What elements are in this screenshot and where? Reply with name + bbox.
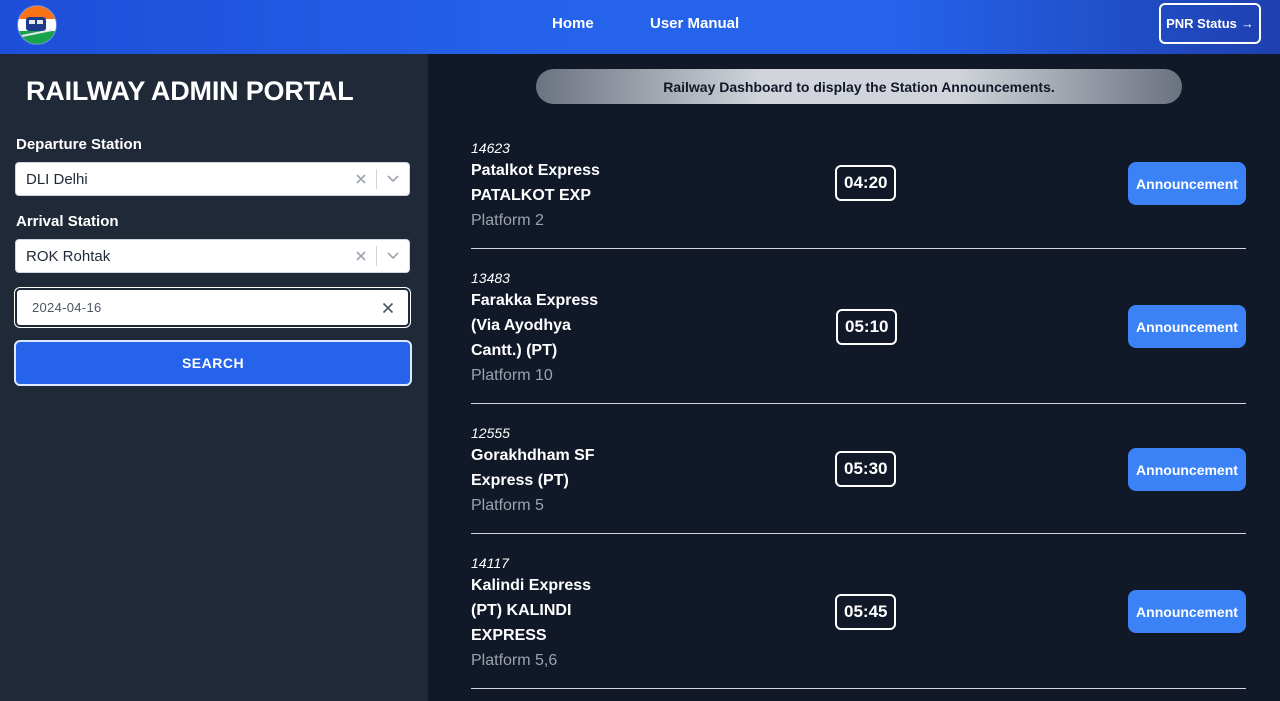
departure-station-select[interactable]: DLI Delhi <box>15 162 410 196</box>
arrival-station-value: ROK Rohtak <box>26 247 111 265</box>
journey-date-input[interactable]: 2024-04-16 <box>15 288 410 327</box>
train-row: 13483 Farakka Express (Via Ayodhya Cantt… <box>471 249 1246 404</box>
journey-date-value: 2024-04-16 <box>32 300 102 315</box>
train-number: 12555 <box>471 425 510 441</box>
train-name: Gorakhdham SF Express (PT) <box>471 447 595 489</box>
announcement-button[interactable]: Announcement <box>1128 305 1246 348</box>
chevron-down-icon[interactable] <box>377 252 409 260</box>
top-navbar: Home User Manual PNR Status → <box>0 0 1280 54</box>
railway-logo-icon[interactable] <box>18 6 56 44</box>
train-row: 14117 Kalindi Express (PT) KALINDI EXPRE… <box>471 534 1246 689</box>
train-platform: Platform 10 <box>471 367 553 384</box>
nav-home-link[interactable]: Home <box>552 15 594 32</box>
train-row: 12555 Gorakhdham SF Express (PT) Platfor… <box>471 404 1246 534</box>
clear-icon[interactable] <box>346 173 376 185</box>
chevron-down-icon[interactable] <box>377 175 409 183</box>
departure-time: 05:30 <box>835 451 897 487</box>
arrival-station-label: Arrival Station <box>16 213 119 230</box>
train-name: Patalkot Express PATALKOT EXP <box>471 162 600 204</box>
clear-icon[interactable] <box>346 250 376 262</box>
announcement-button[interactable]: Announcement <box>1128 590 1246 633</box>
arrow-right-icon: → <box>1240 16 1254 31</box>
departure-station-value: DLI Delhi <box>26 170 88 188</box>
pnr-status-button[interactable]: PNR Status → <box>1159 3 1261 44</box>
announcement-button[interactable]: Announcement <box>1128 162 1246 205</box>
announcement-button[interactable]: Announcement <box>1128 448 1246 491</box>
pnr-status-label: PNR Status <box>1166 16 1237 31</box>
train-name: Kalindi Express (PT) KALINDI EXPRESS <box>471 577 592 644</box>
train-platform: Platform 5 <box>471 497 544 514</box>
train-row: 14623 Patalkot Express PATALKOT EXP Plat… <box>471 132 1246 249</box>
clear-date-icon[interactable] <box>368 302 408 314</box>
announcement-dashboard: Railway Dashboard to display the Station… <box>428 54 1280 701</box>
departure-time: 05:10 <box>836 309 898 345</box>
departure-time: 04:20 <box>835 165 897 201</box>
dashboard-banner: Railway Dashboard to display the Station… <box>536 69 1182 104</box>
arrival-station-select[interactable]: ROK Rohtak <box>15 239 410 273</box>
search-button[interactable]: SEARCH <box>14 340 412 386</box>
train-platform: Platform 2 <box>471 212 544 229</box>
train-platform: Platform 5,6 <box>471 652 558 669</box>
train-number: 14117 <box>471 555 509 571</box>
nav-user-manual-link[interactable]: User Manual <box>650 15 739 32</box>
train-number: 13483 <box>471 270 510 286</box>
portal-title: RAILWAY ADMIN PORTAL <box>26 76 354 106</box>
train-name: Farakka Express (Via Ayodhya Cantt.) (PT… <box>471 292 599 359</box>
search-sidebar: RAILWAY ADMIN PORTAL Departure Station D… <box>0 54 428 701</box>
train-number: 14623 <box>471 140 510 156</box>
departure-station-label: Departure Station <box>16 136 142 153</box>
departure-time: 05:45 <box>835 594 897 630</box>
